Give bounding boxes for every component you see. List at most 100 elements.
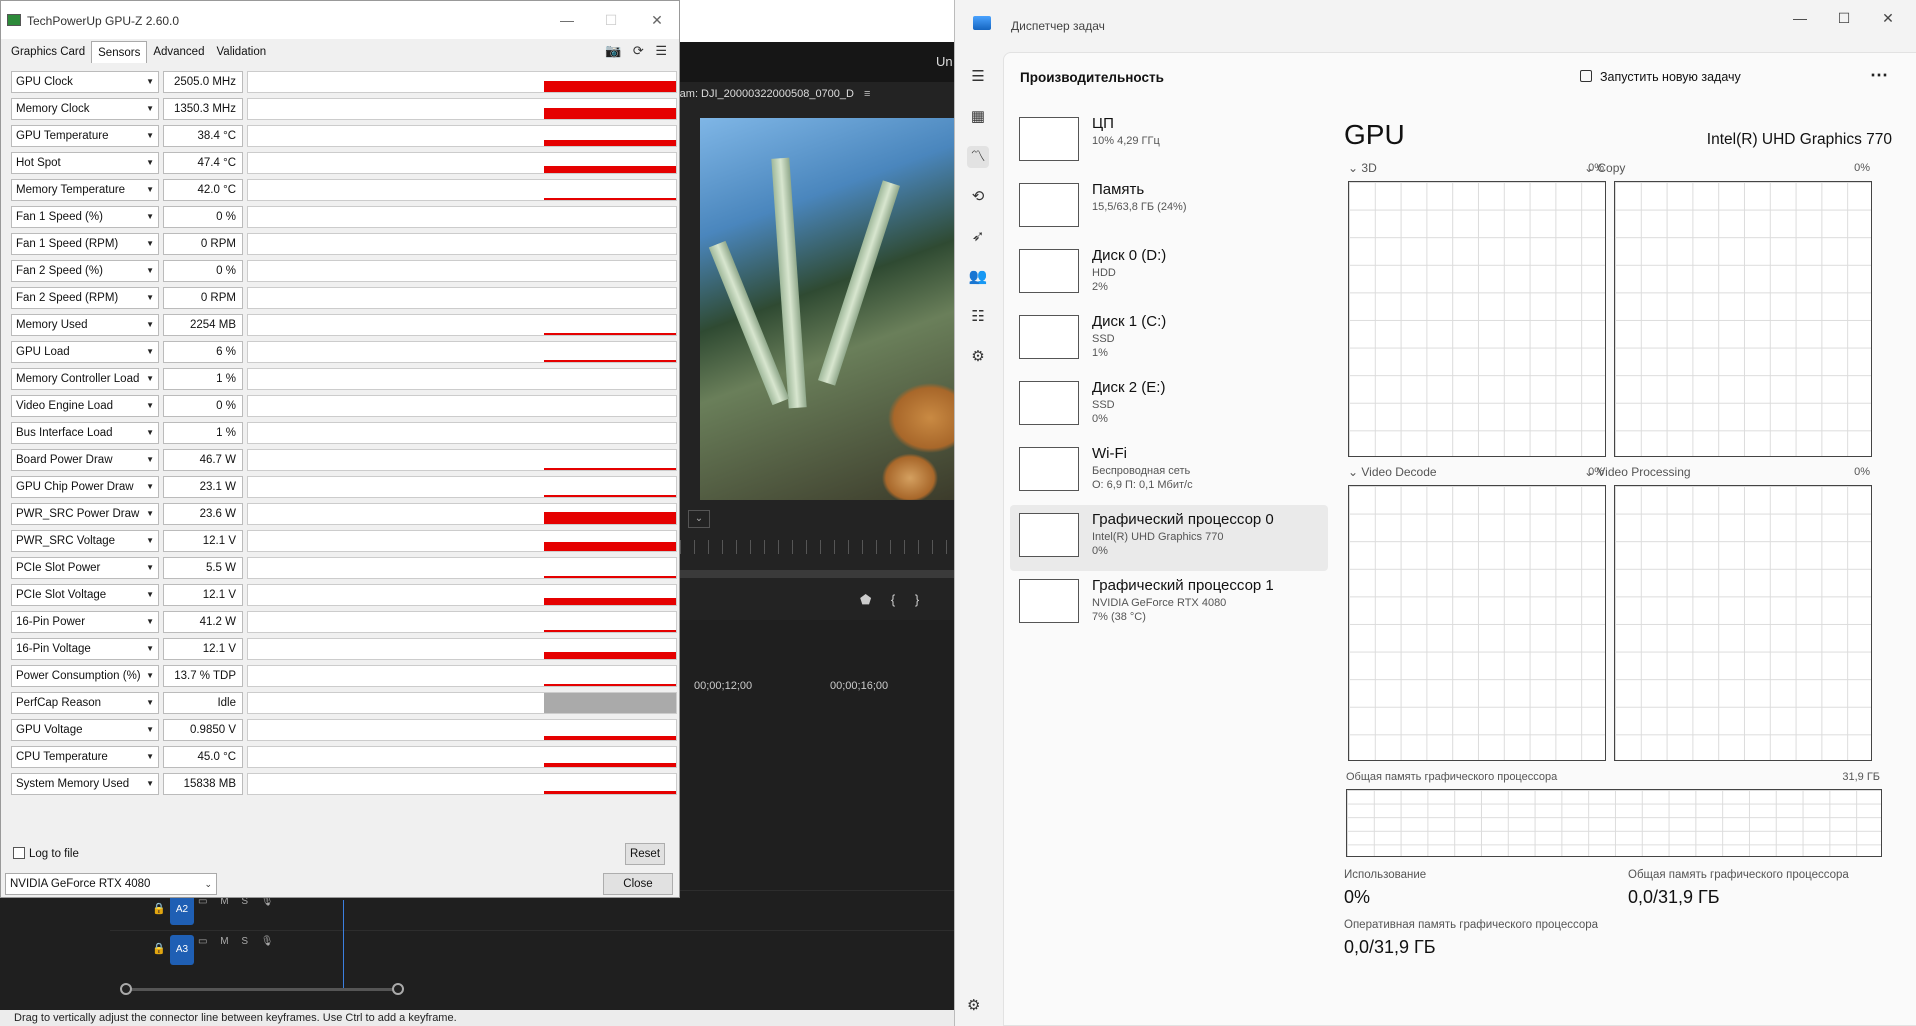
sensor-name-dropdown[interactable]: Fan 2 Speed (%) ▼	[11, 260, 159, 282]
log-to-file-checkbox[interactable]: Log to file	[13, 847, 79, 860]
timecode-ruler[interactable]	[680, 540, 960, 554]
resource-item[interactable]: Wi-Fi Беспроводная сеть О: 6,9 П: 0,1 Мбит…	[1010, 439, 1328, 505]
checkbox-box[interactable]	[13, 847, 25, 859]
users-icon[interactable]: 👥	[967, 266, 989, 288]
lock-icon[interactable]: 🔒	[152, 902, 166, 915]
sensor-value: 46.7 W	[163, 449, 243, 471]
maximize-button[interactable]: ☐	[1829, 6, 1859, 30]
resource-item[interactable]: Память 15,5/63,8 ГБ (24%)	[1010, 175, 1328, 241]
sensor-graph	[247, 773, 677, 795]
track-label-a3[interactable]: A3	[170, 935, 194, 965]
engine-label-video-processing[interactable]: ⌄ Video Processing	[1584, 465, 1691, 479]
engine-label-copy[interactable]: ⌄ Copy	[1584, 161, 1625, 175]
sensor-name-dropdown[interactable]: GPU Load ▼	[11, 341, 159, 363]
resource-item[interactable]: ЦП 10% 4,29 ГГц	[1010, 109, 1328, 175]
engine-label-3d[interactable]: ⌄ 3D	[1348, 161, 1377, 175]
sensor-name-dropdown[interactable]: PWR_SRC Voltage ▼	[11, 530, 159, 552]
shared-memory-graph-label: Общая память графического процессора	[1346, 771, 1558, 783]
sensor-name-dropdown[interactable]: Bus Interface Load ▼	[11, 422, 159, 444]
close-button[interactable]: Close	[603, 873, 673, 895]
refresh-icon[interactable]: ⟳	[633, 43, 644, 58]
track-controls[interactable]: ▭ M S 🎙	[198, 936, 274, 947]
details-icon[interactable]: ☷	[967, 306, 989, 328]
marker-buttons[interactable]: ⬟ { }	[860, 592, 919, 608]
close-window-button[interactable]: ✕	[1873, 6, 1903, 30]
gpuz-titlebar[interactable]: TechPowerUp GPU-Z 2.60.0 — ☐ ✕	[1, 1, 679, 39]
sensor-list: GPU Clock ▼ 2505.0 MHz Memory Clock ▼ 1350.3 …	[9, 69, 677, 798]
taskmgr-titlebar[interactable]: Диспетчер задач — ☐ ✕	[955, 0, 1916, 52]
sensor-name: CPU Temperature	[16, 751, 108, 763]
timeline-zoom-bar[interactable]	[126, 988, 400, 991]
lock-icon[interactable]: 🔒	[152, 942, 166, 955]
app-history-icon[interactable]: ⟲	[967, 186, 989, 208]
chevron-down-icon: ▼	[146, 617, 154, 626]
camera-icon[interactable]: 📷	[605, 43, 621, 58]
status-bar: Drag to vertically adjust the connector …	[0, 1010, 960, 1026]
playhead[interactable]	[343, 900, 344, 990]
monitor-scrollbar[interactable]	[680, 570, 960, 578]
sensor-graph-fill	[544, 576, 676, 578]
sensor-name-dropdown[interactable]: Power Consumption (%) ▼	[11, 665, 159, 687]
chevron-down-icon: ▼	[146, 77, 154, 86]
sensor-name-dropdown[interactable]: Memory Used ▼	[11, 314, 159, 336]
sensor-name: Bus Interface Load	[16, 427, 113, 439]
sensor-name-dropdown[interactable]: Fan 2 Speed (RPM) ▼	[11, 287, 159, 309]
services-icon[interactable]: ⚙	[967, 346, 989, 368]
sensor-name-dropdown[interactable]: GPU Temperature ▼	[11, 125, 159, 147]
chevron-down-icon: ▼	[146, 266, 154, 275]
sensor-row: Fan 1 Speed (%) ▼ 0 %	[9, 204, 677, 231]
sensor-name-dropdown[interactable]: Hot Spot ▼	[11, 152, 159, 174]
tab-advanced[interactable]: Advanced	[147, 41, 210, 63]
more-options-icon[interactable]: ⋯	[1870, 65, 1888, 86]
sensor-name-dropdown[interactable]: GPU Voltage ▼	[11, 719, 159, 741]
minimize-button[interactable]: —	[1785, 6, 1815, 30]
program-monitor-tab[interactable]: ram: DJI_20000322000508_0700_D ≡	[676, 84, 960, 104]
performance-icon[interactable]: 〽	[967, 146, 989, 168]
sensor-name-dropdown[interactable]: Fan 1 Speed (RPM) ▼	[11, 233, 159, 255]
resource-item[interactable]: Графический процессор 0 Intel(R) UHD Grap…	[1010, 505, 1328, 571]
engine-label-video-decode[interactable]: ⌄ Video Decode	[1348, 465, 1437, 479]
zoom-knob-left[interactable]	[120, 983, 132, 995]
zoom-knob-right[interactable]	[392, 983, 404, 995]
sensor-name-dropdown[interactable]: Memory Temperature ▼	[11, 179, 159, 201]
tab-validation[interactable]: Validation	[210, 41, 272, 63]
sensor-name-dropdown[interactable]: System Memory Used ▼	[11, 773, 159, 795]
sensor-name-dropdown[interactable]: Board Power Draw ▼	[11, 449, 159, 471]
panel-menu-icon[interactable]: ≡	[864, 84, 870, 104]
playback-resolution-dropdown[interactable]: ⌄	[688, 510, 710, 528]
gpu-select-dropdown[interactable]: NVIDIA GeForce RTX 4080 ⌄	[5, 873, 217, 895]
sensor-name-dropdown[interactable]: GPU Chip Power Draw ▼	[11, 476, 159, 498]
sensor-name-dropdown[interactable]: Memory Clock ▼	[11, 98, 159, 120]
run-new-task-button[interactable]: Запустить новую задачу	[1580, 70, 1741, 84]
resource-item[interactable]: Диск 1 (C:) SSD 1%	[1010, 307, 1328, 373]
tab-sensors[interactable]: Sensors	[91, 41, 148, 63]
resource-item[interactable]: Графический процессор 1 NVIDIA GeForce RT…	[1010, 571, 1328, 637]
hamburger-menu-icon[interactable]: ☰	[967, 66, 989, 88]
resource-item[interactable]: Диск 0 (D:) HDD 2%	[1010, 241, 1328, 307]
processes-icon[interactable]: ▦	[967, 106, 989, 128]
sensor-name-dropdown[interactable]: PWR_SRC Power Draw ▼	[11, 503, 159, 525]
sensor-name-dropdown[interactable]: 16-Pin Power ▼	[11, 611, 159, 633]
sensor-name-dropdown[interactable]: CPU Temperature ▼	[11, 746, 159, 768]
settings-icon[interactable]: ⚙	[967, 996, 980, 1014]
sensor-name-dropdown[interactable]: PCIe Slot Voltage ▼	[11, 584, 159, 606]
sensor-graph	[247, 71, 677, 93]
sensor-row: GPU Voltage ▼ 0.9850 V	[9, 717, 677, 744]
close-window-button[interactable]: ✕	[647, 11, 667, 29]
sensor-name-dropdown[interactable]: GPU Clock ▼	[11, 71, 159, 93]
sensor-name-dropdown[interactable]: 16-Pin Voltage ▼	[11, 638, 159, 660]
hamburger-menu-icon[interactable]: ☰	[655, 43, 667, 58]
sensor-name-dropdown[interactable]: PerfCap Reason ▼	[11, 692, 159, 714]
sensor-name-dropdown[interactable]: Memory Controller Load ▼	[11, 368, 159, 390]
reset-button[interactable]: Reset	[625, 843, 665, 865]
sensor-graph	[247, 98, 677, 120]
resource-item[interactable]: Диск 2 (E:) SSD 0%	[1010, 373, 1328, 439]
track-label-a2[interactable]: A2	[170, 895, 194, 925]
sensor-name-dropdown[interactable]: Video Engine Load ▼	[11, 395, 159, 417]
startup-apps-icon[interactable]: ➶	[967, 226, 989, 248]
sensor-name-dropdown[interactable]: PCIe Slot Power ▼	[11, 557, 159, 579]
maximize-button[interactable]: ☐	[601, 11, 621, 29]
sensor-name-dropdown[interactable]: Fan 1 Speed (%) ▼	[11, 206, 159, 228]
tab-graphics-card[interactable]: Graphics Card	[5, 41, 91, 63]
minimize-button[interactable]: —	[557, 11, 577, 29]
